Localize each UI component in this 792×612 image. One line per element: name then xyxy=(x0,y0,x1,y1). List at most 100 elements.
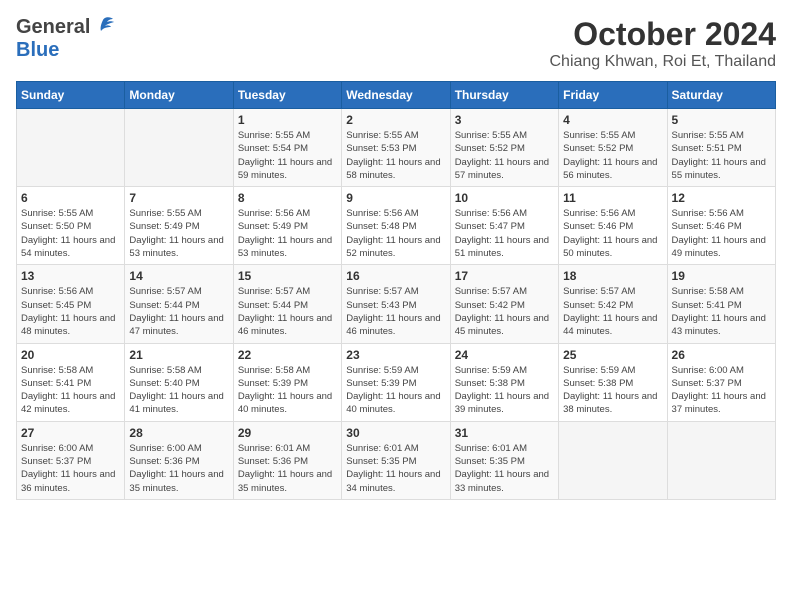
day-info: Sunrise: 5:59 AMSunset: 5:39 PMDaylight:… xyxy=(346,364,445,417)
day-number: 27 xyxy=(21,426,120,440)
weekday-header-sunday: Sunday xyxy=(17,82,125,109)
calendar-cell: 20 Sunrise: 5:58 AMSunset: 5:41 PMDayligh… xyxy=(17,343,125,421)
calendar-cell: 27 Sunrise: 6:00 AMSunset: 5:37 PMDayligh… xyxy=(17,421,125,499)
day-number: 26 xyxy=(672,348,771,362)
calendar-cell: 19 Sunrise: 5:58 AMSunset: 5:41 PMDayligh… xyxy=(667,265,775,343)
logo: General Blue xyxy=(16,16,115,62)
day-info: Sunrise: 5:56 AMSunset: 5:46 PMDaylight:… xyxy=(563,207,662,260)
day-number: 3 xyxy=(455,113,554,127)
calendar-cell: 3 Sunrise: 5:55 AMSunset: 5:52 PMDaylight… xyxy=(450,109,558,187)
calendar-cell: 2Sunrise: 5:55 AMSunset: 5:53 PMDaylight… xyxy=(342,109,450,187)
day-number: 16 xyxy=(346,269,445,283)
day-info: Sunrise: 5:59 AMSunset: 5:38 PMDaylight:… xyxy=(455,364,554,417)
calendar-cell: 7 Sunrise: 5:55 AMSunset: 5:49 PMDaylight… xyxy=(125,187,233,265)
weekday-header-thursday: Thursday xyxy=(450,82,558,109)
day-number: 31 xyxy=(455,426,554,440)
day-info: Sunrise: 5:57 AMSunset: 5:42 PMDaylight:… xyxy=(563,285,662,338)
weekday-header-tuesday: Tuesday xyxy=(233,82,341,109)
day-info: Sunrise: 6:01 AMSunset: 5:36 PMDaylight:… xyxy=(238,442,337,495)
day-info: Sunrise: 5:58 AMSunset: 5:41 PMDaylight:… xyxy=(21,364,120,417)
location-title: Chiang Khwan, Roi Et, Thailand xyxy=(549,53,776,71)
calendar-cell xyxy=(559,421,667,499)
calendar-cell: 31Sunrise: 6:01 AMSunset: 5:35 PMDayligh… xyxy=(450,421,558,499)
calendar-cell: 18 Sunrise: 5:57 AMSunset: 5:42 PMDayligh… xyxy=(559,265,667,343)
calendar-cell: 9 Sunrise: 5:56 AMSunset: 5:48 PMDaylight… xyxy=(342,187,450,265)
day-number: 23 xyxy=(346,348,445,362)
day-number: 5 xyxy=(672,113,771,127)
calendar-cell: 16 Sunrise: 5:57 AMSunset: 5:43 PMDayligh… xyxy=(342,265,450,343)
day-number: 18 xyxy=(563,269,662,283)
day-info: Sunrise: 6:00 AMSunset: 5:37 PMDaylight:… xyxy=(672,364,771,417)
day-info: Sunrise: 5:56 AMSunset: 5:48 PMDaylight:… xyxy=(346,207,445,260)
day-number: 28 xyxy=(129,426,228,440)
calendar-cell: 29 Sunrise: 6:01 AMSunset: 5:36 PMDayligh… xyxy=(233,421,341,499)
calendar-cell: 17 Sunrise: 5:57 AMSunset: 5:42 PMDayligh… xyxy=(450,265,558,343)
calendar-cell xyxy=(125,109,233,187)
calendar-cell: 10 Sunrise: 5:56 AMSunset: 5:47 PMDayligh… xyxy=(450,187,558,265)
day-number: 20 xyxy=(21,348,120,362)
calendar-cell: 14Sunrise: 5:57 AMSunset: 5:44 PMDayligh… xyxy=(125,265,233,343)
week-row-2: 6Sunrise: 5:55 AMSunset: 5:50 PMDaylight… xyxy=(17,187,776,265)
day-info: Sunrise: 5:56 AMSunset: 5:47 PMDaylight:… xyxy=(455,207,554,260)
calendar-cell: 6Sunrise: 5:55 AMSunset: 5:50 PMDaylight… xyxy=(17,187,125,265)
calendar-cell: 26 Sunrise: 6:00 AMSunset: 5:37 PMDayligh… xyxy=(667,343,775,421)
calendar-cell: 1 Sunrise: 5:55 AMSunset: 5:54 PMDaylight… xyxy=(233,109,341,187)
day-info: Sunrise: 5:56 AMSunset: 5:49 PMDaylight:… xyxy=(238,207,337,260)
day-number: 22 xyxy=(238,348,337,362)
day-info: Sunrise: 5:59 AMSunset: 5:38 PMDaylight:… xyxy=(563,364,662,417)
calendar-cell: 25Sunrise: 5:59 AMSunset: 5:38 PMDayligh… xyxy=(559,343,667,421)
day-info: Sunrise: 5:55 AMSunset: 5:49 PMDaylight:… xyxy=(129,207,228,260)
day-info: Sunrise: 6:00 AMSunset: 5:37 PMDaylight:… xyxy=(21,442,120,495)
day-info: Sunrise: 5:57 AMSunset: 5:43 PMDaylight:… xyxy=(346,285,445,338)
calendar-cell: 4 Sunrise: 5:55 AMSunset: 5:52 PMDaylight… xyxy=(559,109,667,187)
weekday-header-saturday: Saturday xyxy=(667,82,775,109)
calendar-cell: 21Sunrise: 5:58 AMSunset: 5:40 PMDayligh… xyxy=(125,343,233,421)
day-info: Sunrise: 5:58 AMSunset: 5:40 PMDaylight:… xyxy=(129,364,228,417)
day-number: 7 xyxy=(129,191,228,205)
day-info: Sunrise: 5:58 AMSunset: 5:41 PMDaylight:… xyxy=(672,285,771,338)
calendar-cell: 13 Sunrise: 5:56 AMSunset: 5:45 PMDayligh… xyxy=(17,265,125,343)
calendar-cell: 11 Sunrise: 5:56 AMSunset: 5:46 PMDayligh… xyxy=(559,187,667,265)
day-number: 4 xyxy=(563,113,662,127)
calendar-cell: 12Sunrise: 5:56 AMSunset: 5:46 PMDayligh… xyxy=(667,187,775,265)
day-info: Sunrise: 5:55 AMSunset: 5:52 PMDaylight:… xyxy=(455,129,554,182)
day-info: Sunrise: 5:55 AMSunset: 5:52 PMDaylight:… xyxy=(563,129,662,182)
week-row-4: 20 Sunrise: 5:58 AMSunset: 5:41 PMDayligh… xyxy=(17,343,776,421)
calendar-cell xyxy=(17,109,125,187)
day-number: 10 xyxy=(455,191,554,205)
day-number: 13 xyxy=(21,269,120,283)
calendar-cell: 22 Sunrise: 5:58 AMSunset: 5:39 PMDayligh… xyxy=(233,343,341,421)
day-info: Sunrise: 5:57 AMSunset: 5:44 PMDaylight:… xyxy=(238,285,337,338)
day-info: Sunrise: 5:55 AMSunset: 5:54 PMDaylight:… xyxy=(238,129,337,182)
day-number: 29 xyxy=(238,426,337,440)
day-info: Sunrise: 5:58 AMSunset: 5:39 PMDaylight:… xyxy=(238,364,337,417)
day-info: Sunrise: 5:57 AMSunset: 5:44 PMDaylight:… xyxy=(129,285,228,338)
day-info: Sunrise: 5:56 AMSunset: 5:45 PMDaylight:… xyxy=(21,285,120,338)
day-number: 9 xyxy=(346,191,445,205)
month-title: October 2024 xyxy=(549,16,776,53)
day-info: Sunrise: 5:56 AMSunset: 5:46 PMDaylight:… xyxy=(672,207,771,260)
weekday-header-wednesday: Wednesday xyxy=(342,82,450,109)
day-info: Sunrise: 5:55 AMSunset: 5:50 PMDaylight:… xyxy=(21,207,120,260)
weekday-header-friday: Friday xyxy=(559,82,667,109)
day-info: Sunrise: 6:00 AMSunset: 5:36 PMDaylight:… xyxy=(129,442,228,495)
calendar-cell: 15 Sunrise: 5:57 AMSunset: 5:44 PMDayligh… xyxy=(233,265,341,343)
day-number: 17 xyxy=(455,269,554,283)
calendar-cell: 28 Sunrise: 6:00 AMSunset: 5:36 PMDayligh… xyxy=(125,421,233,499)
day-info: Sunrise: 6:01 AMSunset: 5:35 PMDaylight:… xyxy=(346,442,445,495)
day-number: 15 xyxy=(238,269,337,283)
day-number: 19 xyxy=(672,269,771,283)
week-row-3: 13 Sunrise: 5:56 AMSunset: 5:45 PMDayligh… xyxy=(17,265,776,343)
logo-general: General xyxy=(16,16,90,39)
calendar-cell: 8 Sunrise: 5:56 AMSunset: 5:49 PMDaylight… xyxy=(233,187,341,265)
calendar-cell: 23 Sunrise: 5:59 AMSunset: 5:39 PMDayligh… xyxy=(342,343,450,421)
day-info: Sunrise: 5:57 AMSunset: 5:42 PMDaylight:… xyxy=(455,285,554,338)
day-number: 8 xyxy=(238,191,337,205)
calendar-cell: 5Sunrise: 5:55 AMSunset: 5:51 PMDaylight… xyxy=(667,109,775,187)
calendar-table: SundayMondayTuesdayWednesdayThursdayFrid… xyxy=(16,81,776,500)
day-number: 11 xyxy=(563,191,662,205)
day-number: 1 xyxy=(238,113,337,127)
day-number: 2 xyxy=(346,113,445,127)
logo-blue: Blue xyxy=(16,39,59,61)
calendar-cell xyxy=(667,421,775,499)
